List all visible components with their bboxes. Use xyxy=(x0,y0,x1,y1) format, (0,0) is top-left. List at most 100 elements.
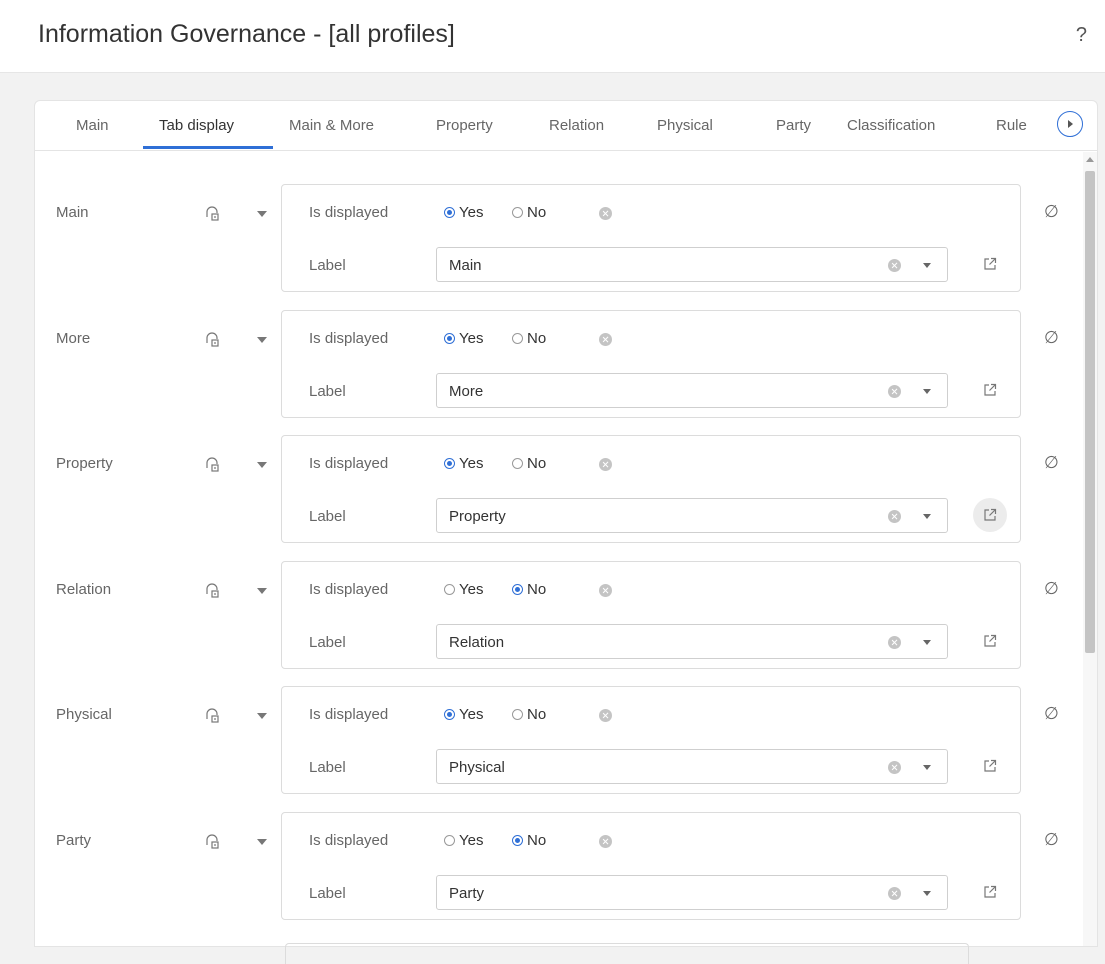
radio-no-icon[interactable] xyxy=(512,207,523,218)
clear-label-icon[interactable] xyxy=(888,385,901,398)
external-link-icon xyxy=(984,759,997,772)
dropdown-caret-icon[interactable] xyxy=(923,389,931,394)
null-value-icon[interactable]: ∅ xyxy=(1044,830,1059,850)
radio-yes-icon[interactable] xyxy=(444,709,455,720)
next-tabs-icon[interactable] xyxy=(1057,111,1083,137)
lock-icon[interactable] xyxy=(205,707,221,723)
radio-no[interactable]: No xyxy=(512,832,546,849)
radio-yes-label: Yes xyxy=(459,330,484,347)
label-combobox[interactable]: More xyxy=(436,373,948,408)
label-field-label: Label xyxy=(309,885,346,902)
clear-label-icon[interactable] xyxy=(888,259,901,272)
active-tab-indicator xyxy=(143,146,273,149)
tab-property[interactable]: Property xyxy=(436,117,493,134)
tab-main[interactable]: Main xyxy=(76,117,109,134)
radio-yes-icon[interactable] xyxy=(444,458,455,469)
radio-yes-icon[interactable] xyxy=(444,207,455,218)
tab-bar: Main Tab display Main & More Property Re… xyxy=(35,101,1097,151)
scroll-up-icon[interactable] xyxy=(1086,157,1094,162)
open-external-button[interactable] xyxy=(973,498,1007,532)
row-menu-caret-icon[interactable] xyxy=(257,337,267,343)
clear-label-icon[interactable] xyxy=(888,510,901,523)
null-value-icon[interactable]: ∅ xyxy=(1044,453,1059,473)
row-menu-caret-icon[interactable] xyxy=(257,713,267,719)
row-card: Is displayed Yes No Label More xyxy=(281,310,1021,418)
radio-no[interactable]: No xyxy=(512,330,546,347)
tab-physical[interactable]: Physical xyxy=(657,117,713,134)
label-combobox[interactable]: Property xyxy=(436,498,948,533)
clear-label-icon[interactable] xyxy=(888,887,901,900)
radio-no-icon[interactable] xyxy=(512,835,523,846)
radio-yes-icon[interactable] xyxy=(444,835,455,846)
dropdown-caret-icon[interactable] xyxy=(923,891,931,896)
row-menu-caret-icon[interactable] xyxy=(257,462,267,468)
label-combobox[interactable]: Relation xyxy=(436,624,948,659)
radio-no[interactable]: No xyxy=(512,204,546,221)
clear-displayed-icon[interactable] xyxy=(599,333,612,346)
clear-displayed-icon[interactable] xyxy=(599,584,612,597)
row-menu-caret-icon[interactable] xyxy=(257,588,267,594)
clear-label-icon[interactable] xyxy=(888,636,901,649)
radio-yes-icon[interactable] xyxy=(444,333,455,344)
row-name-party: Party xyxy=(56,832,92,849)
radio-no[interactable]: No xyxy=(512,706,546,723)
open-external-button[interactable] xyxy=(973,749,1007,783)
lock-icon[interactable] xyxy=(205,582,221,598)
null-value-icon[interactable]: ∅ xyxy=(1044,704,1059,724)
radio-no[interactable]: No xyxy=(512,581,546,598)
clear-label-icon[interactable] xyxy=(888,761,901,774)
lock-icon[interactable] xyxy=(205,331,221,347)
is-displayed-label: Is displayed xyxy=(309,204,389,221)
null-value-icon[interactable]: ∅ xyxy=(1044,328,1059,348)
help-icon[interactable]: ? xyxy=(1076,24,1087,47)
lock-icon[interactable] xyxy=(205,205,221,221)
is-displayed-label: Is displayed xyxy=(309,832,389,849)
clear-displayed-icon[interactable] xyxy=(599,458,612,471)
tab-party[interactable]: Party xyxy=(776,117,811,134)
row-menu-caret-icon[interactable] xyxy=(257,211,267,217)
lock-icon[interactable] xyxy=(205,833,221,849)
tab-rule[interactable]: Rule xyxy=(996,117,1027,134)
tab-tab-display[interactable]: Tab display xyxy=(159,117,234,134)
radio-no-icon[interactable] xyxy=(512,584,523,595)
radio-yes-icon[interactable] xyxy=(444,584,455,595)
open-external-button[interactable] xyxy=(973,247,1007,281)
open-external-button[interactable] xyxy=(973,373,1007,407)
radio-no-icon[interactable] xyxy=(512,709,523,720)
radio-no-label: No xyxy=(527,706,547,723)
label-field-label: Label xyxy=(309,634,346,651)
row-menu-caret-icon[interactable] xyxy=(257,839,267,845)
dropdown-caret-icon[interactable] xyxy=(923,765,931,770)
label-combobox[interactable]: Physical xyxy=(436,749,948,784)
tab-classification[interactable]: Classification xyxy=(847,117,935,134)
scrollbar-thumb[interactable] xyxy=(1085,171,1095,653)
label-combobox[interactable]: Main xyxy=(436,247,948,282)
radio-yes[interactable]: Yes xyxy=(444,455,483,472)
radio-yes[interactable]: Yes xyxy=(444,832,483,849)
null-value-icon[interactable]: ∅ xyxy=(1044,202,1059,222)
tab-main-and-more[interactable]: Main & More xyxy=(289,117,374,134)
vertical-scrollbar[interactable] xyxy=(1083,152,1097,946)
row-card: Is displayed Yes No Label Main xyxy=(281,184,1021,292)
radio-no[interactable]: No xyxy=(512,455,546,472)
dropdown-caret-icon[interactable] xyxy=(923,514,931,519)
radio-no-icon[interactable] xyxy=(512,333,523,344)
open-external-button[interactable] xyxy=(973,875,1007,909)
row-name-relation: Relation xyxy=(56,581,112,598)
radio-yes[interactable]: Yes xyxy=(444,204,483,221)
dropdown-caret-icon[interactable] xyxy=(923,640,931,645)
clear-displayed-icon[interactable] xyxy=(599,709,612,722)
radio-yes[interactable]: Yes xyxy=(444,330,483,347)
open-external-button[interactable] xyxy=(973,624,1007,658)
dropdown-caret-icon[interactable] xyxy=(923,263,931,268)
label-combobox[interactable]: Party xyxy=(436,875,948,910)
null-value-icon[interactable]: ∅ xyxy=(1044,579,1059,599)
radio-yes[interactable]: Yes xyxy=(444,581,483,598)
tab-relation[interactable]: Relation xyxy=(549,117,604,134)
clear-displayed-icon[interactable] xyxy=(599,835,612,848)
clear-displayed-icon[interactable] xyxy=(599,207,612,220)
radio-no-icon[interactable] xyxy=(512,458,523,469)
radio-yes[interactable]: Yes xyxy=(444,706,483,723)
radio-no-label: No xyxy=(527,204,547,221)
lock-icon[interactable] xyxy=(205,456,221,472)
